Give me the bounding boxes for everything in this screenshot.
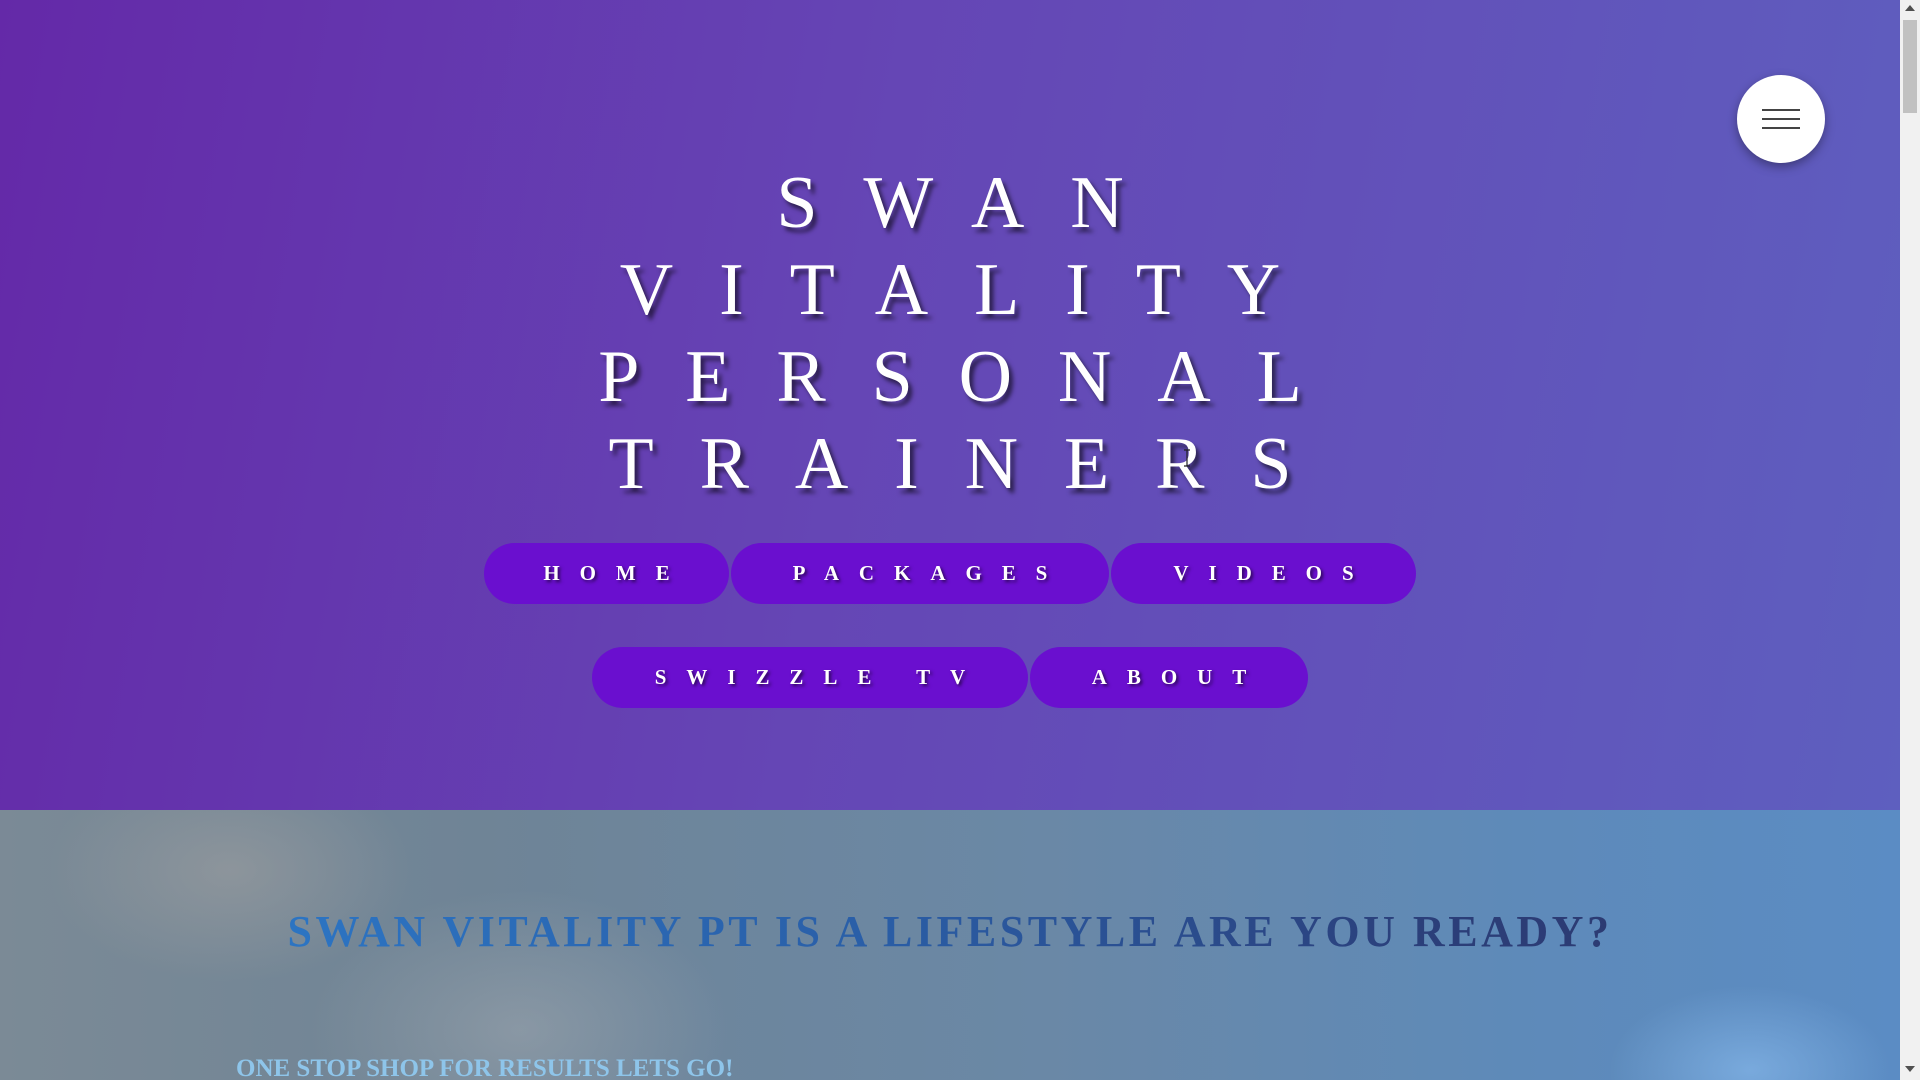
nav-button-swizzle-tv[interactable]: SWIZZLE TV (592, 647, 1028, 708)
site-title-line: VITALITY (619, 249, 1327, 331)
site-title-line: PERSONAL (598, 336, 1348, 418)
hero-section: SWAN VITALITY PERSONAL TRAINERS HOME PAC… (0, 0, 1900, 810)
nav-button-about[interactable]: ABOUT (1030, 647, 1308, 708)
hamburger-menu-icon-bar (1762, 127, 1800, 129)
hamburger-menu-icon (1762, 109, 1800, 111)
lifestyle-tagline: SWAN VITALITY PT IS A LIFESTYLE ARE YOU … (0, 906, 1900, 957)
scrollbar-thumb[interactable] (1903, 20, 1917, 113)
main-nav-row-1: HOME PACKAGES VIDEOS (0, 543, 1900, 604)
scroll-up-arrow-icon[interactable] (1905, 5, 1915, 11)
site-title: SWAN VITALITY PERSONAL TRAINERS (0, 160, 1900, 508)
text-cursor-icon (1184, 449, 1190, 467)
site-title-line: SWAN (776, 162, 1170, 244)
hamburger-menu-icon-bar (1762, 118, 1800, 120)
scroll-down-arrow-icon[interactable] (1905, 1066, 1915, 1072)
main-nav-row-2: SWIZZLE TV ABOUT (0, 647, 1900, 708)
nav-button-home[interactable]: HOME (484, 543, 729, 604)
page: SWAN VITALITY PERSONAL TRAINERS HOME PAC… (0, 0, 1920, 1080)
nav-button-videos[interactable]: VIDEOS (1111, 543, 1416, 604)
nav-button-packages[interactable]: PACKAGES (731, 543, 1109, 604)
site-title-line: TRAINERS (608, 423, 1338, 505)
one-stop-shop-subtagline: ONE STOP SHOP FOR RESULTS LETS GO! (236, 1055, 734, 1080)
intro-section: SWAN VITALITY PT IS A LIFESTYLE ARE YOU … (0, 810, 1900, 1080)
vertical-scrollbar[interactable] (1900, 0, 1920, 1080)
menu-toggle-button[interactable] (1737, 75, 1825, 163)
